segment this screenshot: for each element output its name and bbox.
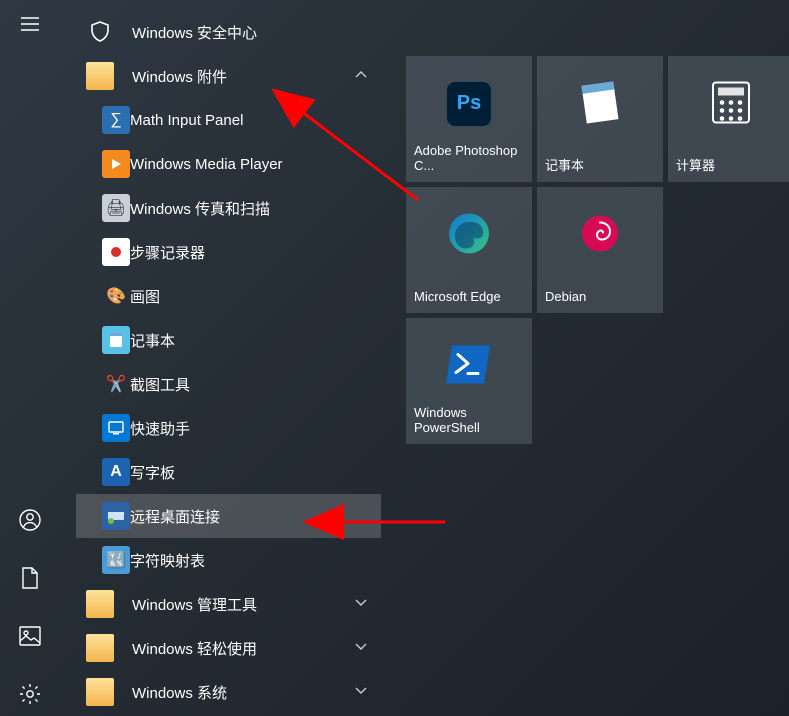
picture-icon [19, 626, 41, 646]
app-label: Windows Media Player [130, 156, 283, 173]
app-label: 画图 [130, 286, 160, 307]
tile-label: Adobe Photoshop C... [414, 143, 524, 174]
charmap-icon: 🔣 [102, 546, 130, 574]
powershell-icon [446, 345, 492, 386]
folder-label: Windows 管理工具 [132, 594, 257, 615]
app-label: Windows 传真和扫描 [130, 198, 270, 219]
math-icon: ∑ [102, 106, 130, 134]
app-snipping-tool[interactable]: ✂️ 截图工具 [76, 362, 381, 406]
tile-photoshop[interactable]: Ps Adobe Photoshop C... [406, 56, 532, 182]
user-button[interactable] [0, 496, 60, 544]
folder-label: Windows 轻松使用 [132, 638, 257, 659]
paint-icon: 🎨 [102, 282, 130, 310]
tile-notepad[interactable]: 记事本 [537, 56, 663, 182]
tile-calculator[interactable]: 计算器 [668, 56, 789, 182]
app-list: Windows 安全中心 Windows 附件 ∑ Math Input Pan… [76, 10, 381, 714]
notepad-icon [580, 79, 620, 128]
folder-icon [86, 678, 114, 706]
steps-icon [102, 238, 130, 266]
wmp-icon [102, 150, 130, 178]
debian-icon [580, 213, 620, 256]
app-label: 字符映射表 [130, 550, 205, 571]
chevron-down-icon [355, 596, 367, 612]
folder-ease-of-access[interactable]: Windows 轻松使用 [76, 626, 381, 670]
tile-powershell[interactable]: Windows PowerShell [406, 318, 532, 444]
app-label: Math Input Panel [130, 112, 243, 129]
app-math-input-panel[interactable]: ∑ Math Input Panel [76, 98, 381, 142]
folder-windows-system[interactable]: Windows 系统 [76, 670, 381, 714]
fax-icon: 🖨 [102, 194, 130, 222]
documents-button[interactable] [0, 554, 60, 602]
app-label: 写字板 [130, 462, 175, 483]
folder-accessories[interactable]: Windows 附件 [76, 54, 381, 98]
app-wordpad[interactable]: A 写字板 [76, 450, 381, 494]
app-label: 远程桌面连接 [130, 506, 220, 527]
app-label: 步骤记录器 [130, 242, 205, 263]
folder-label: Windows 附件 [132, 66, 227, 87]
tile-debian[interactable]: Debian [537, 187, 663, 313]
app-label: 记事本 [130, 330, 175, 351]
calculator-icon [711, 80, 751, 127]
rdp-icon [102, 502, 130, 530]
app-remote-desktop[interactable]: 远程桌面连接 [76, 494, 381, 538]
folder-icon [86, 590, 114, 618]
document-icon [20, 567, 40, 589]
notepad-icon [102, 326, 130, 354]
app-character-map[interactable]: 🔣 字符映射表 [76, 538, 381, 582]
app-paint[interactable]: 🎨 画图 [76, 274, 381, 318]
quick-assist-icon [102, 414, 130, 442]
tile-label: 计算器 [676, 158, 786, 174]
folder-admin-tools[interactable]: Windows 管理工具 [76, 582, 381, 626]
tile-label: Windows PowerShell [414, 405, 524, 436]
chevron-down-icon [355, 640, 367, 656]
gear-icon [19, 683, 41, 705]
photoshop-icon: Ps [447, 82, 491, 126]
tile-label: 记事本 [545, 158, 655, 174]
tile-label: Microsoft Edge [414, 289, 524, 305]
app-windows-media-player[interactable]: Windows Media Player [76, 142, 381, 186]
app-steps-recorder[interactable]: 步骤记录器 [76, 230, 381, 274]
shield-icon [86, 18, 114, 46]
user-icon [19, 509, 41, 531]
chevron-down-icon [355, 684, 367, 700]
tile-label: Debian [545, 289, 655, 305]
app-quick-assist[interactable]: 快速助手 [76, 406, 381, 450]
edge-icon [447, 211, 491, 258]
app-notepad[interactable]: 记事本 [76, 318, 381, 362]
hamburger-button[interactable] [0, 0, 60, 48]
wordpad-icon: A [102, 458, 130, 486]
app-label: 截图工具 [130, 374, 190, 395]
folder-icon [86, 62, 114, 90]
scissors-icon: ✂️ [102, 370, 130, 398]
tile-edge[interactable]: Microsoft Edge [406, 187, 532, 313]
app-label: Windows 安全中心 [132, 22, 257, 43]
folder-label: Windows 系统 [132, 682, 227, 703]
app-fax-scan[interactable]: 🖨 Windows 传真和扫描 [76, 186, 381, 230]
settings-button[interactable] [0, 670, 60, 716]
nav-rail [0, 0, 60, 716]
menu-icon [20, 14, 40, 34]
chevron-up-icon [355, 68, 367, 84]
folder-icon [86, 634, 114, 662]
pictures-button[interactable] [0, 612, 60, 660]
app-windows-security[interactable]: Windows 安全中心 [76, 10, 381, 54]
app-label: 快速助手 [130, 418, 190, 439]
